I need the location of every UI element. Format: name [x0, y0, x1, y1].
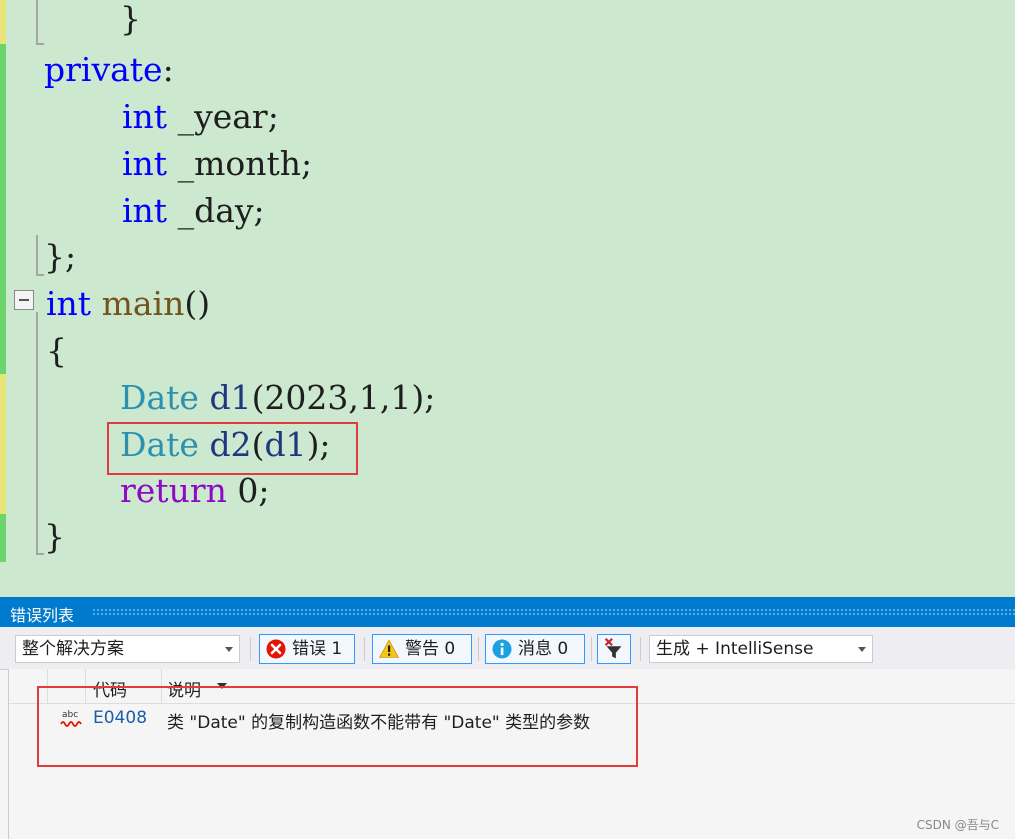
- keyword: return: [120, 471, 227, 510]
- warnings-count: 警告 0: [405, 639, 456, 659]
- info-icon: [492, 639, 512, 659]
- code-line-2: private:: [44, 50, 174, 89]
- code-line-3: int _year;: [122, 97, 279, 136]
- clear-filter-button[interactable]: [597, 634, 631, 664]
- keyword: int: [46, 284, 92, 323]
- outline-guide: [36, 553, 44, 555]
- type-name: Date: [120, 378, 199, 417]
- warnings-filter-button[interactable]: 警告 0: [372, 634, 472, 664]
- collapse-icon[interactable]: [14, 290, 34, 310]
- outline-guide: [36, 43, 44, 45]
- function-name: main: [101, 284, 185, 323]
- build-source-value: 生成 + IntelliSense: [656, 639, 814, 659]
- outline-guide: [36, 312, 38, 554]
- separator: [250, 637, 251, 661]
- code-line-8: {: [46, 331, 67, 370]
- code-line-12: }: [44, 517, 65, 556]
- code-line-6: };: [44, 237, 77, 276]
- chevron-down-icon: [858, 647, 866, 652]
- outline-guide: [36, 274, 44, 276]
- error-icon: [266, 639, 286, 659]
- title-grip: [92, 608, 1015, 615]
- separator: [364, 637, 365, 661]
- messages-count: 消息 0: [518, 639, 569, 659]
- code-line-7: int main(): [46, 284, 211, 323]
- error-list-title-bar[interactable]: 错误列表: [0, 597, 1015, 627]
- separator: [478, 637, 479, 661]
- scope-dropdown-value: 整个解决方案: [22, 639, 124, 659]
- keyword: int: [122, 97, 168, 136]
- build-source-dropdown[interactable]: 生成 + IntelliSense: [649, 635, 873, 663]
- code-line-9: Date d1(2023,1,1);: [120, 378, 436, 417]
- scope-dropdown[interactable]: 整个解决方案: [15, 635, 240, 663]
- watermark: CSDN @吾与C: [916, 818, 999, 832]
- separator: [591, 637, 592, 661]
- panel-title: 错误列表: [10, 606, 75, 625]
- error-list-toolbar: 整个解决方案 错误 1 警告 0 消息 0 生成 + IntelliSense: [0, 627, 1015, 670]
- highlight-box: [107, 422, 358, 475]
- chevron-down-icon: [225, 647, 233, 652]
- code-line-5: int _day;: [122, 191, 265, 230]
- change-bar: [0, 0, 6, 44]
- code-line-1: }: [120, 0, 141, 38]
- keyword: int: [122, 144, 168, 183]
- outline-guide: [36, 0, 38, 44]
- change-bar: [0, 374, 6, 514]
- keyword: private: [44, 50, 163, 89]
- variable-name: d1: [209, 378, 252, 417]
- messages-filter-button[interactable]: 消息 0: [485, 634, 585, 664]
- code-line-4: int _month;: [122, 144, 313, 183]
- change-bar: [0, 514, 6, 562]
- warning-icon: [379, 639, 399, 658]
- change-bar: [0, 44, 6, 374]
- errors-filter-button[interactable]: 错误 1: [259, 634, 355, 664]
- separator: [640, 637, 641, 661]
- code-line-11: return 0;: [120, 471, 270, 510]
- error-highlight-box: [37, 686, 638, 767]
- outline-guide: [36, 235, 38, 275]
- filter-icon: [604, 637, 622, 659]
- errors-count: 错误 1: [292, 639, 343, 659]
- keyword: int: [122, 191, 168, 230]
- code-editor[interactable]: } private: int _year; int _month; int _d…: [0, 0, 1015, 575]
